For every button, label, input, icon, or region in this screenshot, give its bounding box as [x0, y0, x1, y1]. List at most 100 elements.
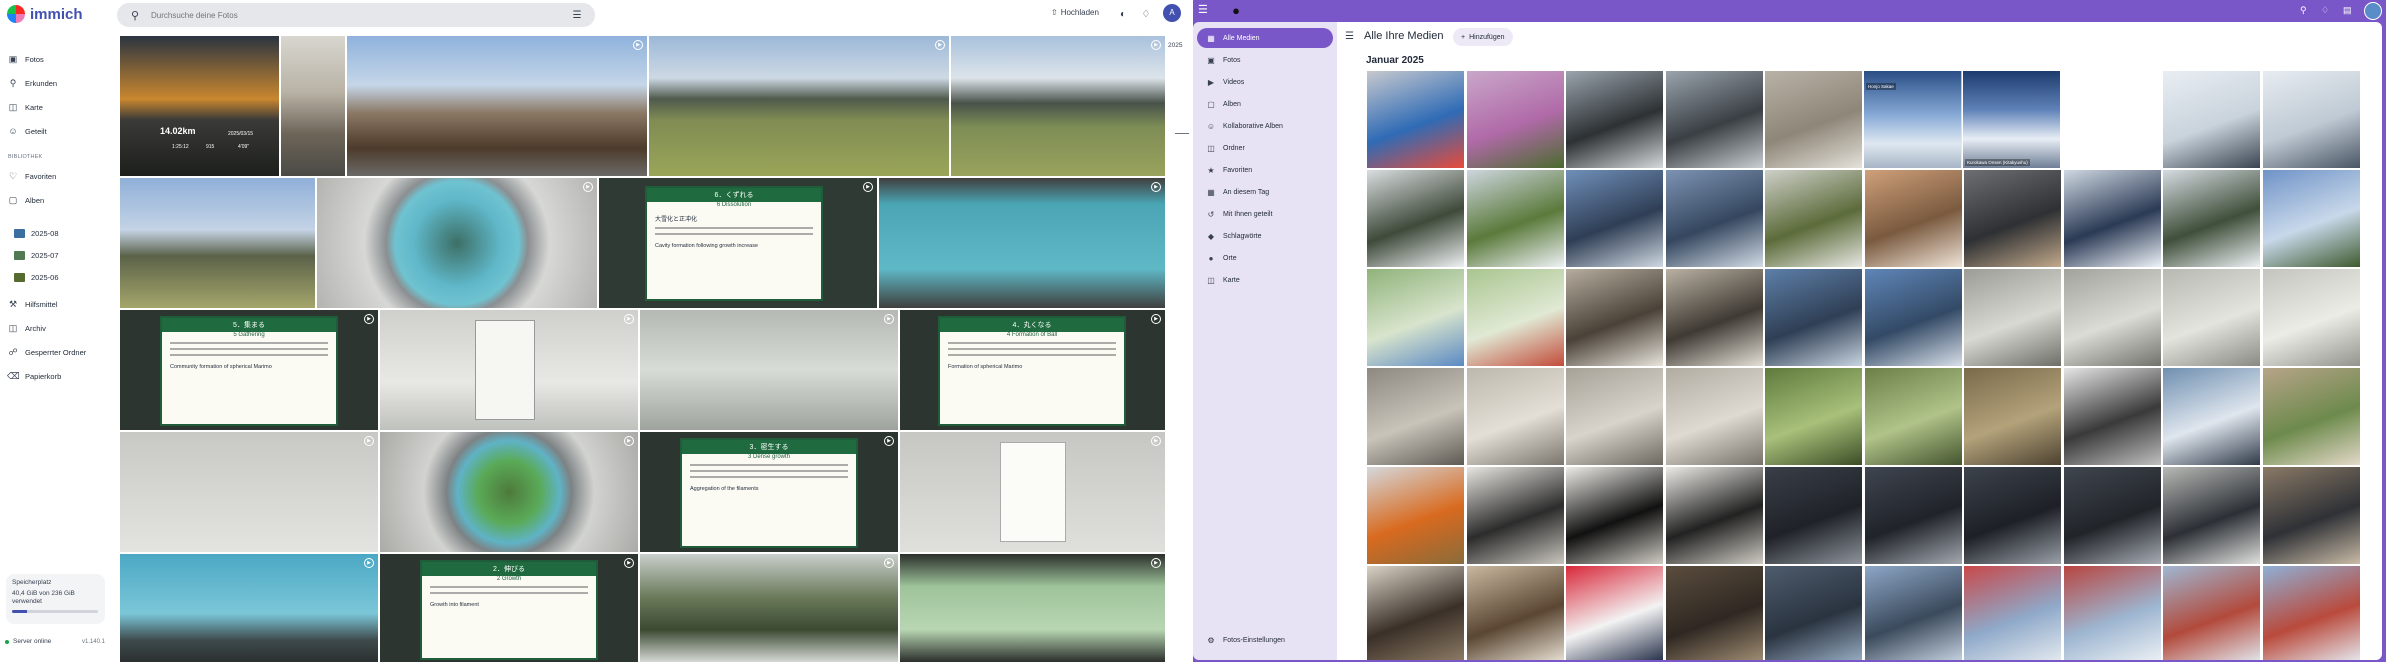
photo-thumbnail[interactable]: ▶ — [380, 310, 638, 430]
sidebar-item-fotos[interactable]: ▣ Fotos — [0, 50, 44, 68]
photo-thumbnail[interactable] — [1367, 170, 1464, 267]
sidebar-toggle-icon[interactable]: ☰ — [1345, 31, 1354, 42]
photo-thumbnail[interactable]: ▶ — [640, 554, 898, 662]
sidebar-item-karte[interactable]: ◫ Karte — [1197, 270, 1333, 290]
photo-thumbnail[interactable] — [1466, 566, 1564, 660]
photo-thumbnail[interactable] — [2063, 269, 2161, 366]
sidebar-item-hilfsmittel[interactable]: ⚒ Hilfsmittel — [0, 295, 58, 313]
sidebar-item-alben[interactable]: ▢ Alben — [1197, 94, 1333, 114]
filter-icon[interactable]: ☰ — [567, 10, 587, 21]
sidebar-item-videos[interactable]: ▶ Videos — [1197, 72, 1333, 92]
photo-thumbnail[interactable] — [1566, 467, 1663, 564]
user-avatar[interactable]: A — [1163, 4, 1181, 22]
search-icon[interactable]: ⚲ — [2300, 5, 2307, 16]
photo-thumbnail[interactable]: ▶ — [347, 36, 647, 176]
sidebar-item-schlagwoerte[interactable]: ◆ Schlagwörte — [1197, 226, 1333, 246]
photo-thumbnail[interactable]: 6．くずれる 6 Dissolution 大雪化と正冲化 Cavity form… — [599, 178, 877, 308]
timeline-scrubber[interactable] — [1175, 133, 1189, 134]
photo-thumbnail[interactable] — [1367, 71, 1464, 168]
photo-thumbnail[interactable] — [1367, 269, 1464, 366]
notification-bell-icon[interactable]: ♢ — [1138, 7, 1154, 23]
sidebar-item-mit-ihnen-geteilt[interactable]: ↺ Mit Ihnen geteilt — [1197, 204, 1333, 224]
photo-thumbnail[interactable] — [2262, 269, 2360, 366]
photo-thumbnail[interactable] — [1765, 269, 1862, 366]
sidebar-item-an-diesem-tag[interactable]: ▦ An diesem Tag — [1197, 182, 1333, 202]
photo-thumbnail[interactable]: ▶ — [649, 36, 949, 176]
upload-button[interactable]: ⇧ Hochladen — [1051, 8, 1099, 17]
photo-thumbnail[interactable]: ▶ — [900, 432, 1165, 552]
photo-thumbnail[interactable]: 4．丸くなる 4 Formation of Ball Formation of … — [900, 310, 1165, 430]
photo-thumbnail[interactable] — [1566, 566, 1663, 660]
photo-thumbnail[interactable] — [1566, 368, 1663, 465]
photo-thumbnail[interactable] — [1367, 467, 1464, 564]
photo-thumbnail[interactable] — [1864, 170, 1962, 267]
photo-thumbnail[interactable] — [1367, 368, 1464, 465]
photo-thumbnail[interactable] — [1864, 269, 1962, 366]
photo-thumbnail[interactable] — [1765, 566, 1862, 660]
sidebar-item-ordner[interactable]: ◫ Ordner — [1197, 138, 1333, 158]
notification-bell-icon[interactable]: ♢ — [2321, 5, 2329, 16]
sidebar-item-gesperrter-ordner[interactable]: ☍ Gesperrter Ordner — [0, 343, 86, 361]
photo-thumbnail[interactable]: ▶ — [879, 178, 1165, 308]
theme-toggle-icon[interactable]: ◐ — [1115, 7, 1131, 23]
photo-thumbnail[interactable] — [2163, 368, 2260, 465]
photo-thumbnail[interactable] — [1864, 368, 1962, 465]
photos-settings-button[interactable]: ⚙ Fotos-Einstellungen — [1197, 636, 1284, 645]
sidebar-item-archiv[interactable]: ◫ Archiv — [0, 319, 46, 337]
sidebar-item-erkunden[interactable]: ⚲ Erkunden — [0, 74, 57, 92]
photo-thumbnail[interactable] — [2163, 170, 2260, 267]
photo-thumbnail[interactable] — [1864, 467, 1962, 564]
photo-thumbnail[interactable] — [2163, 71, 2260, 168]
photo-thumbnail[interactable] — [2063, 566, 2161, 660]
photo-thumbnail[interactable] — [2262, 71, 2360, 168]
photo-thumbnail[interactable] — [2262, 170, 2360, 267]
album-item[interactable]: 2025-06 — [14, 270, 59, 284]
photo-thumbnail[interactable] — [120, 178, 315, 308]
photo-thumbnail[interactable] — [2063, 368, 2161, 465]
sidebar-item-orte[interactable]: ● Orte — [1197, 248, 1333, 268]
photo-thumbnail[interactable] — [1864, 566, 1962, 660]
photo-thumbnail[interactable] — [2262, 566, 2360, 660]
sidebar-item-kollaborative-alben[interactable]: ☺ Kollaborative Alben — [1197, 116, 1333, 136]
photo-thumbnail[interactable]: 14.02km 1:25:12 915 4'09" 2025/03/15 — [120, 36, 279, 176]
photo-thumbnail[interactable]: 2．伸びる 2 Growth Growth into filament ▶ — [380, 554, 638, 662]
photo-thumbnail[interactable] — [1566, 71, 1663, 168]
sidebar-item-favoriten[interactable]: ★ Favoriten — [1197, 160, 1333, 180]
photo-thumbnail[interactable] — [1665, 566, 1763, 660]
photo-thumbnail[interactable] — [1765, 71, 1862, 168]
photo-thumbnail[interactable]: ▶ — [120, 432, 378, 552]
photo-thumbnail[interactable] — [1466, 368, 1564, 465]
photo-thumbnail[interactable] — [1566, 170, 1663, 267]
photo-thumbnail[interactable] — [1466, 467, 1564, 564]
photo-thumbnail[interactable] — [2262, 467, 2360, 564]
photo-thumbnail[interactable] — [1964, 269, 2061, 366]
contacts-icon[interactable]: ▤ — [2343, 5, 2352, 16]
photo-thumbnail[interactable]: Honjo Sakae — [1864, 71, 1961, 168]
photo-thumbnail[interactable] — [281, 36, 345, 176]
album-item[interactable]: 2025-07 — [14, 248, 59, 262]
photo-thumbnail[interactable] — [1964, 566, 2061, 660]
photo-thumbnail[interactable] — [1765, 467, 1862, 564]
app-menu-icon[interactable]: ☰ — [1198, 3, 1208, 16]
photo-thumbnail[interactable] — [2163, 467, 2260, 564]
sidebar-item-favoriten[interactable]: ♡ Favoriten — [0, 167, 56, 185]
sidebar-item-geteilt[interactable]: ☺ Geteilt — [0, 122, 46, 140]
photo-thumbnail[interactable] — [1566, 269, 1663, 366]
photo-thumbnail[interactable] — [1964, 170, 2061, 267]
photo-thumbnail[interactable] — [1367, 566, 1464, 660]
photo-thumbnail[interactable]: 5．集まる 5 Gathering Community formation of… — [120, 310, 378, 430]
photo-thumbnail[interactable]: ▶ — [640, 310, 898, 430]
photo-thumbnail[interactable] — [2063, 467, 2161, 564]
photo-thumbnail[interactable] — [2163, 566, 2260, 660]
search-input[interactable] — [145, 10, 567, 20]
photo-thumbnail[interactable] — [1964, 368, 2061, 465]
photo-thumbnail[interactable] — [2063, 170, 2161, 267]
immich-logo[interactable]: immich — [7, 5, 83, 23]
photo-thumbnail[interactable] — [1665, 71, 1763, 168]
photo-thumbnail[interactable] — [1466, 170, 1564, 267]
add-button[interactable]: + Hinzufügen — [1453, 28, 1513, 46]
photo-thumbnail[interactable] — [1765, 368, 1862, 465]
photo-thumbnail[interactable] — [1665, 467, 1763, 564]
photo-thumbnail[interactable] — [1964, 467, 2061, 564]
sidebar-item-fotos[interactable]: ▣ Fotos — [1197, 50, 1333, 70]
